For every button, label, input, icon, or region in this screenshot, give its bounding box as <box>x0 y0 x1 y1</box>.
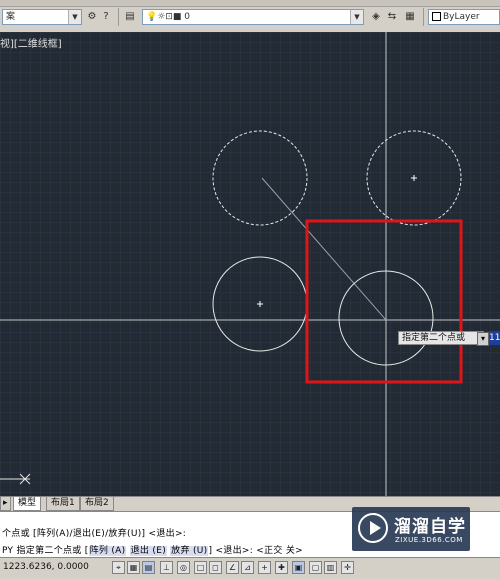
chevron-down-icon[interactable]: ▼ <box>350 10 363 24</box>
tab-nav-arrow[interactable]: ▸ <box>0 497 11 511</box>
otrack-icon[interactable]: ∠ <box>226 561 239 574</box>
option-array[interactable]: 阵列 (A) <box>88 546 127 556</box>
option-exit-label: 退出 <box>130 546 150 556</box>
lwt-icon[interactable]: ✚ <box>275 561 288 574</box>
am-icon[interactable]: ✛ <box>341 561 354 574</box>
dynamic-input-prompt: 指定第二个点或 <box>398 331 484 345</box>
option-undo-key: (U) <box>192 546 208 556</box>
layer-match-icon[interactable]: ▦ <box>404 10 416 23</box>
ducs-icon[interactable]: ⊿ <box>241 561 254 574</box>
grid-icon[interactable]: ▦ <box>127 561 140 574</box>
status-bar: 1223.6236, 0.0000 ⌖ ▦ ▤ ⊥ ◎ □ ◻ ∠ ⊿ + ✚ … <box>0 557 500 579</box>
separator <box>118 8 119 26</box>
gear-icon[interactable]: ⚙ <box>86 10 98 23</box>
3dosnap-icon[interactable]: ◻ <box>209 561 222 574</box>
tpy-icon[interactable]: ▣ <box>292 561 305 574</box>
layer-manager-icon[interactable]: ▤ <box>124 10 136 23</box>
color-combo-text: ByLayer <box>443 12 480 22</box>
tab-layout1[interactable]: 布局1 <box>46 497 80 511</box>
coordinate-readout: 1223.6236, 0.0000 <box>3 562 89 572</box>
workspace-combo-text: 案 <box>6 12 16 22</box>
color-swatch-icon <box>432 12 441 21</box>
grid-toggle-icon[interactable]: ▤ <box>142 561 155 574</box>
dyn-icon[interactable]: + <box>258 561 271 574</box>
watermark-brand: 溜溜自学 <box>394 517 466 537</box>
layer-combo[interactable]: 💡☼⊡■ 0 ▼ <box>142 9 364 25</box>
make-current-icon[interactable]: ◈ <box>370 10 382 23</box>
option-undo-label: 放弃 <box>171 546 190 556</box>
ortho-icon[interactable]: ⊥ <box>160 561 173 574</box>
layer-combo-text: 0 <box>184 12 190 22</box>
color-combo[interactable]: ByLayer <box>428 9 500 25</box>
option-exit[interactable]: 退出 (E) <box>129 546 167 556</box>
drawing-canvas[interactable]: 视][二维线框] 指定第二个点或 ▾ 11 <box>0 32 500 496</box>
toolbar: 案 ▼ ⚙ ? ▤ 💡☼⊡■ 0 ▼ ◈ ⇆ ▦ ByLayer <box>0 0 500 33</box>
workspace-combo[interactable]: 案 ▼ <box>2 9 82 25</box>
watermark-url: ZIXUE.3D66.COM <box>395 536 463 544</box>
dynamic-input-field[interactable]: 11 <box>489 331 500 345</box>
help-icon[interactable]: ? <box>100 10 112 23</box>
tab-layout2[interactable]: 布局2 <box>80 497 114 511</box>
qp-icon[interactable]: ▢ <box>309 561 322 574</box>
command-prompt-line[interactable]: PY 指定第二个点或 [阵列 (A) 退出 (E) 放弃 (U)] <退出>: … <box>2 543 303 556</box>
dynamic-input-options-icon[interactable]: ▾ <box>477 332 489 346</box>
option-undo[interactable]: 放弃 (U) <box>170 546 209 556</box>
command-history-line: 个点或 [阵列(A)/退出(E)/放弃(U)] <退出>: <box>2 529 187 539</box>
command-suffix: ] <退出>: <正交 关> <box>208 546 303 556</box>
polar-icon[interactable]: ◎ <box>177 561 190 574</box>
command-prefix: PY 指定第二个点或 [ <box>2 546 89 556</box>
watermark-logo: 溜溜自学 ZIXUE.3D66.COM <box>352 507 470 551</box>
layer-state-icons: 💡☼⊡■ <box>146 12 182 22</box>
sc-icon[interactable]: ▥ <box>324 561 337 574</box>
separator <box>423 8 424 26</box>
viewport-label[interactable]: 视][二维线框] <box>0 35 62 50</box>
tab-model[interactable]: 模型 <box>13 497 42 511</box>
snap-icon[interactable]: ⌖ <box>112 561 125 574</box>
option-array-label: 阵列 <box>89 546 109 556</box>
option-exit-key: (E) <box>152 546 166 556</box>
drawing-svg[interactable] <box>0 32 500 496</box>
grid <box>0 32 500 496</box>
layer-previous-icon[interactable]: ⇆ <box>386 10 398 23</box>
play-icon <box>358 513 388 543</box>
toolbar-strip <box>0 0 500 7</box>
chevron-down-icon[interactable]: ▼ <box>68 10 81 24</box>
osnap-icon[interactable]: □ <box>194 561 207 574</box>
option-array-key: (A) <box>111 546 126 556</box>
